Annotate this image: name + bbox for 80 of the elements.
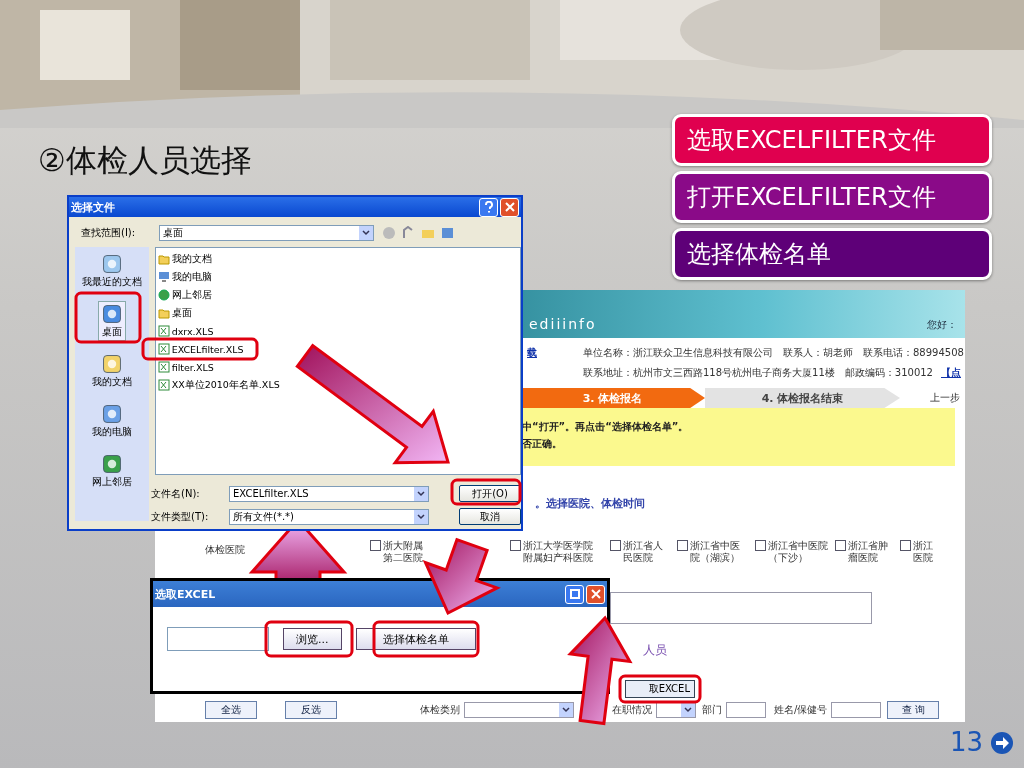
window-title: 选择文件 xyxy=(71,199,115,215)
section-label: 人员 xyxy=(643,642,667,656)
hospital-option[interactable]: 浙大附属第二医院 xyxy=(370,540,432,564)
hospital-option[interactable]: 浙江省中医院（湖滨） xyxy=(677,540,749,564)
spreadsheet-icon xyxy=(157,343,170,355)
note-text: 否正确。 xyxy=(522,437,563,451)
search-button[interactable]: 查 询 xyxy=(887,701,940,719)
spreadsheet-icon xyxy=(157,361,170,373)
field-label: 文件类型(T): xyxy=(151,509,210,524)
previous-link[interactable]: 上一步 xyxy=(930,391,960,405)
highlight-frame xyxy=(450,478,522,506)
page-number: 13 xyxy=(950,727,984,757)
filter-label: 姓名/保健号 xyxy=(774,703,828,717)
chevron-down-icon xyxy=(417,490,425,497)
hospital-option[interactable]: 浙江医院 xyxy=(900,540,940,564)
hospital-option[interactable]: 浙江省人民医院 xyxy=(610,540,672,564)
filename-field[interactable]: EXCELfilter.XLS xyxy=(229,485,429,502)
info-text: 联系地址：杭州市文三西路118号杭州电子商务大厦11楼 邮政编码：310012 xyxy=(583,366,933,380)
maximize-icon xyxy=(569,589,580,599)
next-icon[interactable] xyxy=(990,731,1014,755)
cancel-button[interactable]: 取消 xyxy=(459,508,521,525)
spreadsheet-icon xyxy=(157,379,170,391)
file-item[interactable]: 桌面 xyxy=(157,306,518,320)
site-brand: ediiinfo xyxy=(529,316,597,332)
chevron-down-icon xyxy=(562,707,570,713)
filter-label: 体检类别 xyxy=(420,703,460,717)
select-button[interactable]: 反选 xyxy=(285,701,337,719)
file-item[interactable]: 我的文档 xyxy=(157,252,518,266)
step-callout: 打开EXCELFILTER文件 xyxy=(672,171,992,223)
filter-select[interactable] xyxy=(464,702,574,718)
file-path-field[interactable] xyxy=(167,627,269,651)
place-item[interactable]: 我最近的文档 xyxy=(78,251,145,291)
download-link[interactable]: 载 xyxy=(527,346,537,384)
hospital-option[interactable]: 浙江大学医学院附属妇产科医院 xyxy=(510,540,602,564)
info-text: 单位名称：浙江联众卫生信息科技有限公司 联系人：胡老师 联系电话：88994508 xyxy=(583,346,964,360)
filter-label: 在职情况 xyxy=(612,703,652,717)
close-button[interactable] xyxy=(586,584,605,604)
filter-label: 部门 xyxy=(702,703,722,717)
chevron-down-icon xyxy=(684,707,692,713)
file-item[interactable]: XX单位2010年名单.XLS xyxy=(157,378,518,392)
help-button[interactable] xyxy=(479,197,498,217)
field-label: 文件名(N): xyxy=(151,486,201,501)
field-label: 体检医院 xyxy=(205,543,246,557)
help-icon xyxy=(483,201,494,213)
close-icon xyxy=(504,202,515,212)
field-label: 查找范围(I): xyxy=(81,226,137,240)
hospital-option[interactable]: 浙江省肿瘤医院 xyxy=(835,540,895,564)
file-item[interactable]: 我的电脑 xyxy=(157,270,518,284)
filter-input[interactable] xyxy=(831,702,882,718)
file-item[interactable]: dxrx.XLS xyxy=(157,324,518,338)
look-in-dropdown[interactable]: 桌面 xyxy=(159,225,374,241)
import-button[interactable]: 取EXCEL xyxy=(625,680,695,698)
greeting-text: 您好： xyxy=(927,318,957,332)
filetype-dropdown[interactable]: 所有文件(*.*) xyxy=(229,508,429,525)
place-item[interactable]: 我的电脑 xyxy=(88,401,135,441)
select-list-button[interactable]: 选择体检名单 xyxy=(355,628,476,650)
slide-title: ②体检人员选择 xyxy=(38,141,252,180)
maximize-button[interactable] xyxy=(565,584,584,604)
filter-input[interactable] xyxy=(726,702,766,718)
place-item[interactable]: 网上邻居 xyxy=(88,451,135,491)
file-item[interactable]: filter.XLS xyxy=(157,360,518,374)
close-icon xyxy=(590,589,601,599)
window-title: 选取EXCEL xyxy=(155,586,216,602)
open-button[interactable]: 打开(O) xyxy=(459,485,521,502)
text-area[interactable] xyxy=(610,592,872,624)
browse-button[interactable]: 浏览... xyxy=(283,628,342,650)
chevron-down-icon xyxy=(417,513,425,520)
step-callout: 选取EXCELFILTER文件 xyxy=(672,114,992,166)
place-item[interactable]: 我的文档 xyxy=(88,351,135,391)
close-button[interactable] xyxy=(500,197,519,217)
spreadsheet-icon xyxy=(157,325,170,337)
place-item[interactable]: 桌面 xyxy=(97,301,126,341)
info-link[interactable]: 【点 xyxy=(941,366,961,380)
hospital-option[interactable]: 浙江省中医院（下沙） xyxy=(755,540,829,564)
chevron-down-icon xyxy=(362,230,370,236)
step-callout: 选择体检名单 xyxy=(672,228,992,280)
select-button[interactable]: 全选 xyxy=(205,701,257,719)
section-heading: 。选择医院、体检时间 xyxy=(535,496,645,510)
file-item[interactable]: 网上邻居 xyxy=(157,288,518,302)
file-item[interactable]: EXCELfilter.XLS xyxy=(157,342,518,356)
